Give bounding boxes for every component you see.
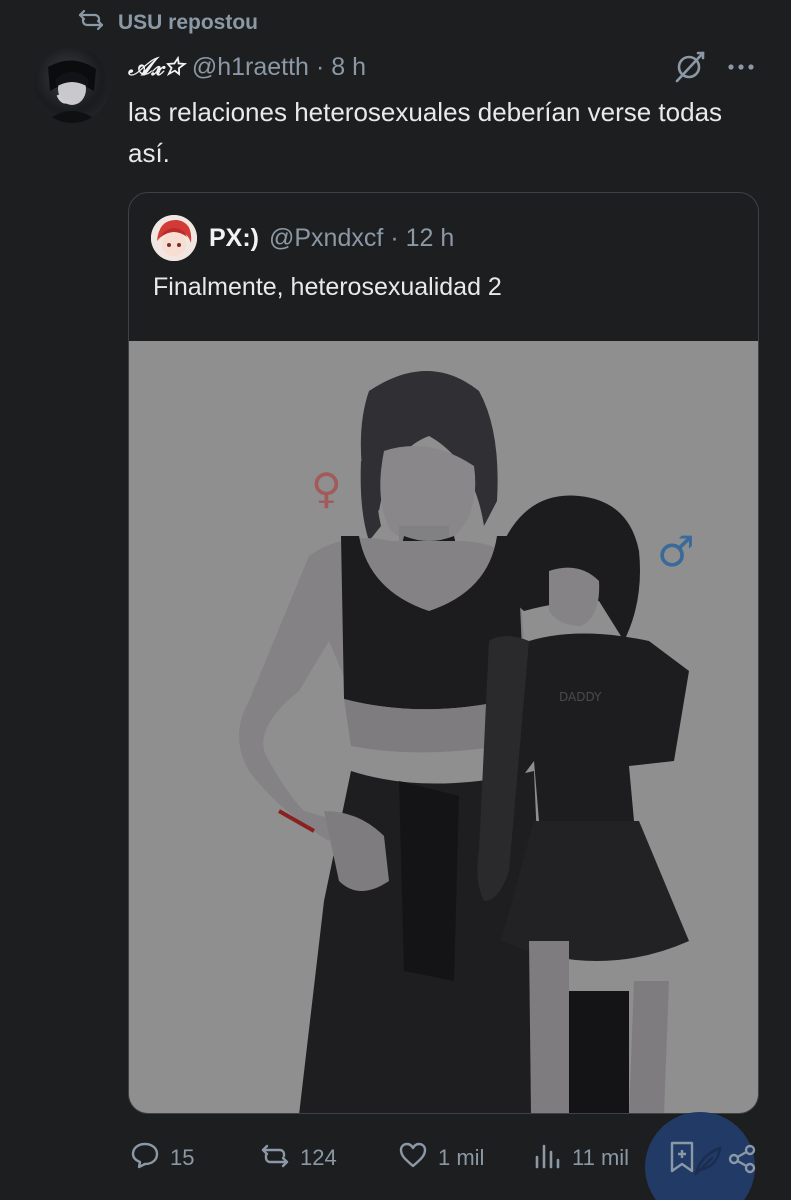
repost-count: 124 [300,1145,337,1170]
tweet-header: 𝒜𝓍☆ @h1raetth · 8 h [128,50,366,84]
separator-dot: · [315,52,325,81]
shirt-text: DADDY [559,690,602,704]
reply-icon [130,1140,160,1176]
more-options-icon[interactable] [726,57,756,77]
quoted-tweet[interactable]: PX:) @Pxndxcf · 12 h Finalmente, heteros… [128,192,759,1114]
quoted-author-name[interactable]: PX:) [209,224,259,253]
quoted-time[interactable]: 12 h [406,224,455,253]
grok-icon[interactable] [672,50,706,84]
repost-icon [78,8,104,38]
tweet-text: las relaciones heterosexuales deberían v… [128,97,723,168]
views-button[interactable]: 11 mil [532,1135,629,1181]
author-avatar[interactable] [34,47,110,123]
quoted-header: PX:) @Pxndxcf · 12 h [209,221,454,255]
quoted-separator-dot: · [390,223,399,252]
female-symbol: ♀ [311,464,342,513]
repost-label: USU repostou [118,11,259,34]
views-icon [532,1140,562,1176]
bookmark-icon[interactable] [668,1140,696,1174]
reply-button[interactable]: 15 [130,1135,194,1181]
share-icon[interactable] [727,1144,757,1174]
like-count: 1 mil [438,1145,485,1170]
repost-button[interactable]: 124 [260,1135,337,1181]
repost-action-icon [260,1140,290,1176]
like-button[interactable]: 1 mil [398,1135,484,1181]
repost-indicator[interactable]: USU repostou [78,8,258,38]
reply-count: 15 [170,1145,195,1170]
author-handle[interactable]: @h1raetth [192,53,309,82]
quoted-text: Finalmente, heterosexualidad 2 [153,273,502,301]
quoted-media-image[interactable]: ♀ ♂ DADDY [129,341,758,1113]
tweet-time[interactable]: 8 h [331,53,366,82]
quoted-author-avatar[interactable] [151,215,197,261]
heart-icon [398,1140,428,1176]
views-count: 11 mil [572,1145,630,1170]
author-name[interactable]: 𝒜𝓍☆ [128,52,184,82]
quoted-author-handle[interactable]: @Pxndxcf [269,224,383,253]
male-symbol: ♂ [657,527,695,576]
